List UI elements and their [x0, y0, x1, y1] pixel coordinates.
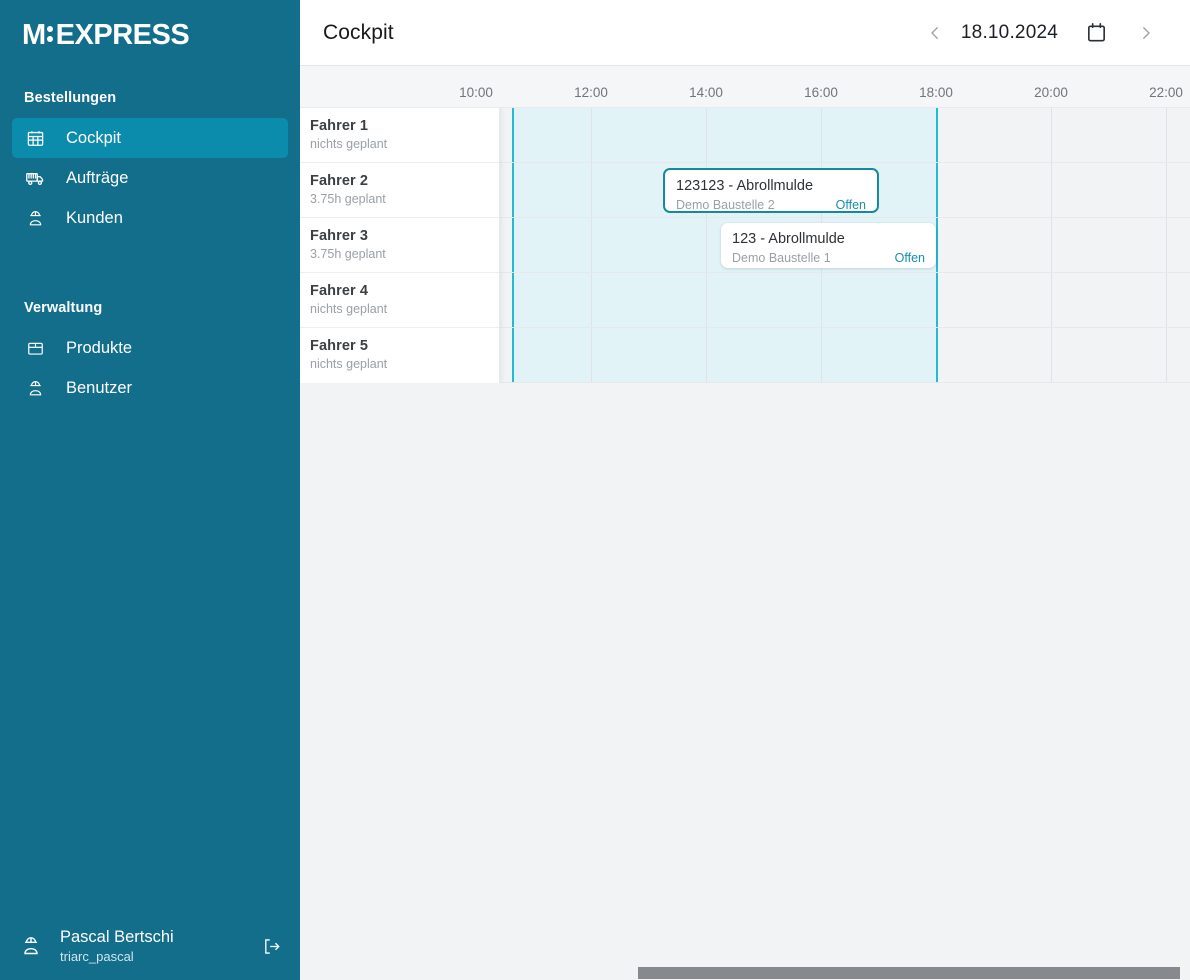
logout-icon[interactable] — [258, 933, 284, 959]
sidebar-item-benutzer[interactable]: Benutzer — [12, 368, 288, 408]
calendar-grid-icon — [24, 127, 46, 149]
driver-row-header[interactable]: Fahrer 3 3.75h geplant — [300, 218, 499, 273]
schedule-timeline: 10:00 12:00 14:00 16:00 18:00 20:00 22:0… — [300, 66, 1190, 383]
driver-name: Fahrer 4 — [310, 283, 369, 299]
worker-person-icon — [24, 377, 46, 399]
driver-row-header[interactable]: Fahrer 4 nichts geplant — [300, 273, 499, 328]
driver-column: Fahrer 1 nichts geplant Fahrer 2 3.75h g… — [300, 108, 500, 383]
sidebar-item-auftraege[interactable]: Aufträge — [12, 158, 288, 198]
event-subtitle: Demo Baustelle 2 — [676, 198, 775, 212]
status-badge: Offen — [835, 198, 866, 212]
timeline-grid[interactable]: 123123 - Abrollmulde Demo Baustelle 2 Of… — [300, 108, 1190, 383]
page-title: Cockpit — [323, 20, 394, 44]
truck-icon — [24, 167, 46, 189]
user-text: Pascal Bertschi triarc_pascal — [60, 927, 258, 965]
driver-planned-hours: nichts geplant — [310, 357, 388, 371]
event-title: 123123 - Abrollmulde — [676, 178, 814, 194]
driver-row-header[interactable]: Fahrer 2 3.75h geplant — [300, 163, 499, 218]
user-username: triarc_pascal — [60, 949, 134, 964]
logo-text: EXPRESS — [55, 19, 190, 51]
logo-mark-m: M — [22, 19, 46, 51]
app-root: M EXPRESS Bestellungen Cockpit Aufträge … — [0, 0, 1190, 980]
driver-name: Fahrer 3 — [310, 228, 369, 244]
sidebar-section-verwaltung-title: Verwaltung — [24, 300, 103, 316]
calendar-icon[interactable] — [1078, 15, 1114, 51]
sidebar: M EXPRESS Bestellungen Cockpit Aufträge … — [0, 0, 300, 980]
sidebar-item-label: Kunden — [66, 209, 123, 227]
driver-planned-hours: nichts geplant — [310, 137, 388, 151]
time-tick-label: 20:00 — [1034, 85, 1068, 100]
driver-row-header[interactable]: Fahrer 1 nichts geplant — [300, 108, 499, 163]
time-tick-label: 12:00 — [574, 85, 608, 100]
chevron-right-icon[interactable] — [1128, 15, 1164, 51]
timeline-time-header: 10:00 12:00 14:00 16:00 18:00 20:00 22:0… — [300, 66, 1190, 108]
brand-logo[interactable]: M EXPRESS — [0, 0, 300, 66]
worker-person-icon — [18, 933, 44, 959]
sidebar-item-produkte[interactable]: Produkte — [12, 328, 288, 368]
current-date-value[interactable]: 18.10.2024 — [953, 22, 1066, 44]
sidebar-item-label: Aufträge — [66, 169, 129, 187]
time-tick-label: 18:00 — [919, 85, 953, 100]
sidebar-item-kunden[interactable]: Kunden — [12, 198, 288, 238]
driver-name: Fahrer 1 — [310, 118, 369, 134]
top-bar: Cockpit 18.10.2024 — [300, 0, 1190, 66]
driver-name: Fahrer 5 — [310, 338, 369, 354]
driver-planned-hours: nichts geplant — [310, 302, 388, 316]
time-tick-label: 22:00 — [1149, 85, 1183, 100]
driver-planned-hours: 3.75h geplant — [310, 247, 386, 261]
driver-row-header[interactable]: Fahrer 5 nichts geplant — [300, 328, 499, 383]
event-title: 123 - Abrollmulde — [732, 231, 845, 247]
horizontal-scrollbar-track[interactable] — [300, 965, 1190, 980]
driver-planned-hours: 3.75h geplant — [310, 192, 386, 206]
worker-person-icon — [24, 207, 46, 229]
sidebar-item-label: Cockpit — [66, 129, 122, 147]
time-tick-label: 14:00 — [689, 85, 723, 100]
status-badge: Offen — [894, 251, 925, 265]
schedule-event-card[interactable]: 123123 - Abrollmulde Demo Baustelle 2 Of… — [663, 168, 879, 213]
time-tick-label: 16:00 — [804, 85, 838, 100]
sidebar-item-label: Benutzer — [66, 379, 133, 397]
time-tick-label: 10:00 — [459, 85, 493, 100]
date-navigator: 18.10.2024 — [917, 15, 1164, 51]
sidebar-section-bestellungen-title: Bestellungen — [24, 90, 117, 106]
horizontal-scrollbar-thumb[interactable] — [638, 967, 1180, 979]
logo-colon-icon — [46, 24, 55, 46]
schedule-event-card[interactable]: 123 - Abrollmulde Demo Baustelle 1 Offen — [721, 223, 936, 268]
user-name: Pascal Bertschi — [60, 928, 174, 946]
main-content: Cockpit 18.10.2024 10:00 12:00 14:00 16:… — [300, 0, 1190, 980]
driver-name: Fahrer 2 — [310, 173, 369, 189]
chevron-left-icon[interactable] — [917, 15, 953, 51]
sidebar-item-cockpit[interactable]: Cockpit — [12, 118, 288, 158]
user-panel[interactable]: Pascal Bertschi triarc_pascal — [0, 912, 300, 980]
event-subtitle: Demo Baustelle 1 — [732, 251, 831, 265]
sidebar-item-label: Produkte — [66, 339, 133, 357]
box-icon — [24, 337, 46, 359]
